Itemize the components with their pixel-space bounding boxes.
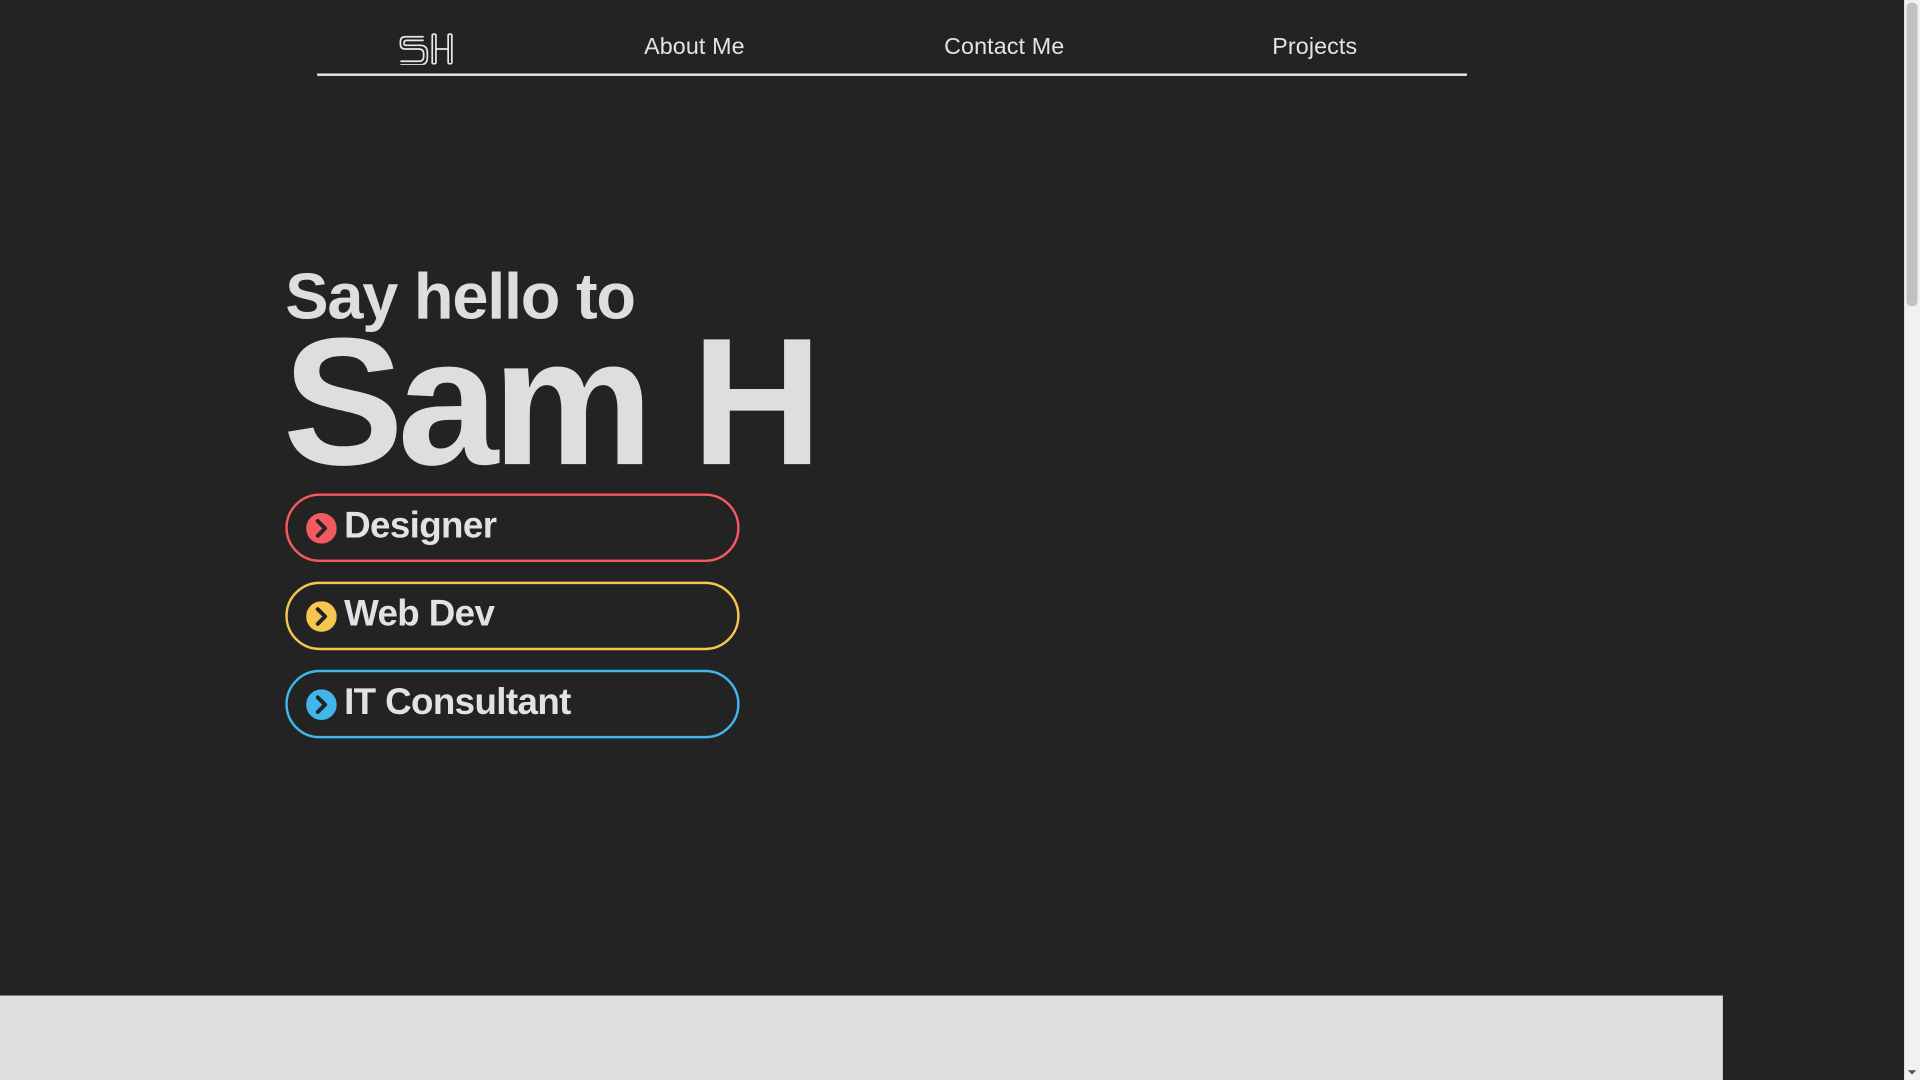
chevron-right-circle-icon	[306, 601, 337, 632]
scroll-down-arrow-icon[interactable]	[1907, 1067, 1918, 1078]
role-label: Web Dev	[344, 593, 495, 635]
scrollbar-thumb[interactable]	[1906, 2, 1918, 307]
vertical-scrollbar[interactable]	[1904, 0, 1920, 1080]
role-label: Designer	[344, 505, 497, 547]
role-button-designer[interactable]: Designer	[285, 493, 740, 563]
nav-link-projects[interactable]: Projects	[1272, 34, 1357, 61]
role-button-it-consultant[interactable]: IT Consultant	[285, 669, 740, 739]
top-navigation: About Me Contact Me Projects	[317, 0, 1467, 76]
next-section-strip	[0, 995, 1723, 1080]
chevron-right-circle-icon	[306, 513, 337, 544]
role-button-web-dev[interactable]: Web Dev	[285, 581, 740, 651]
chevron-right-circle-icon	[306, 689, 337, 720]
hero-name: Sam H	[282, 301, 823, 504]
sh-logo-icon[interactable]	[398, 33, 457, 65]
nav-link-about-me[interactable]: About Me	[644, 34, 745, 61]
nav-link-contact-me[interactable]: Contact Me	[944, 34, 1064, 61]
role-label: IT Consultant	[344, 682, 571, 723]
page: About Me Contact Me Projects Say hello t…	[0, 0, 1920, 1080]
